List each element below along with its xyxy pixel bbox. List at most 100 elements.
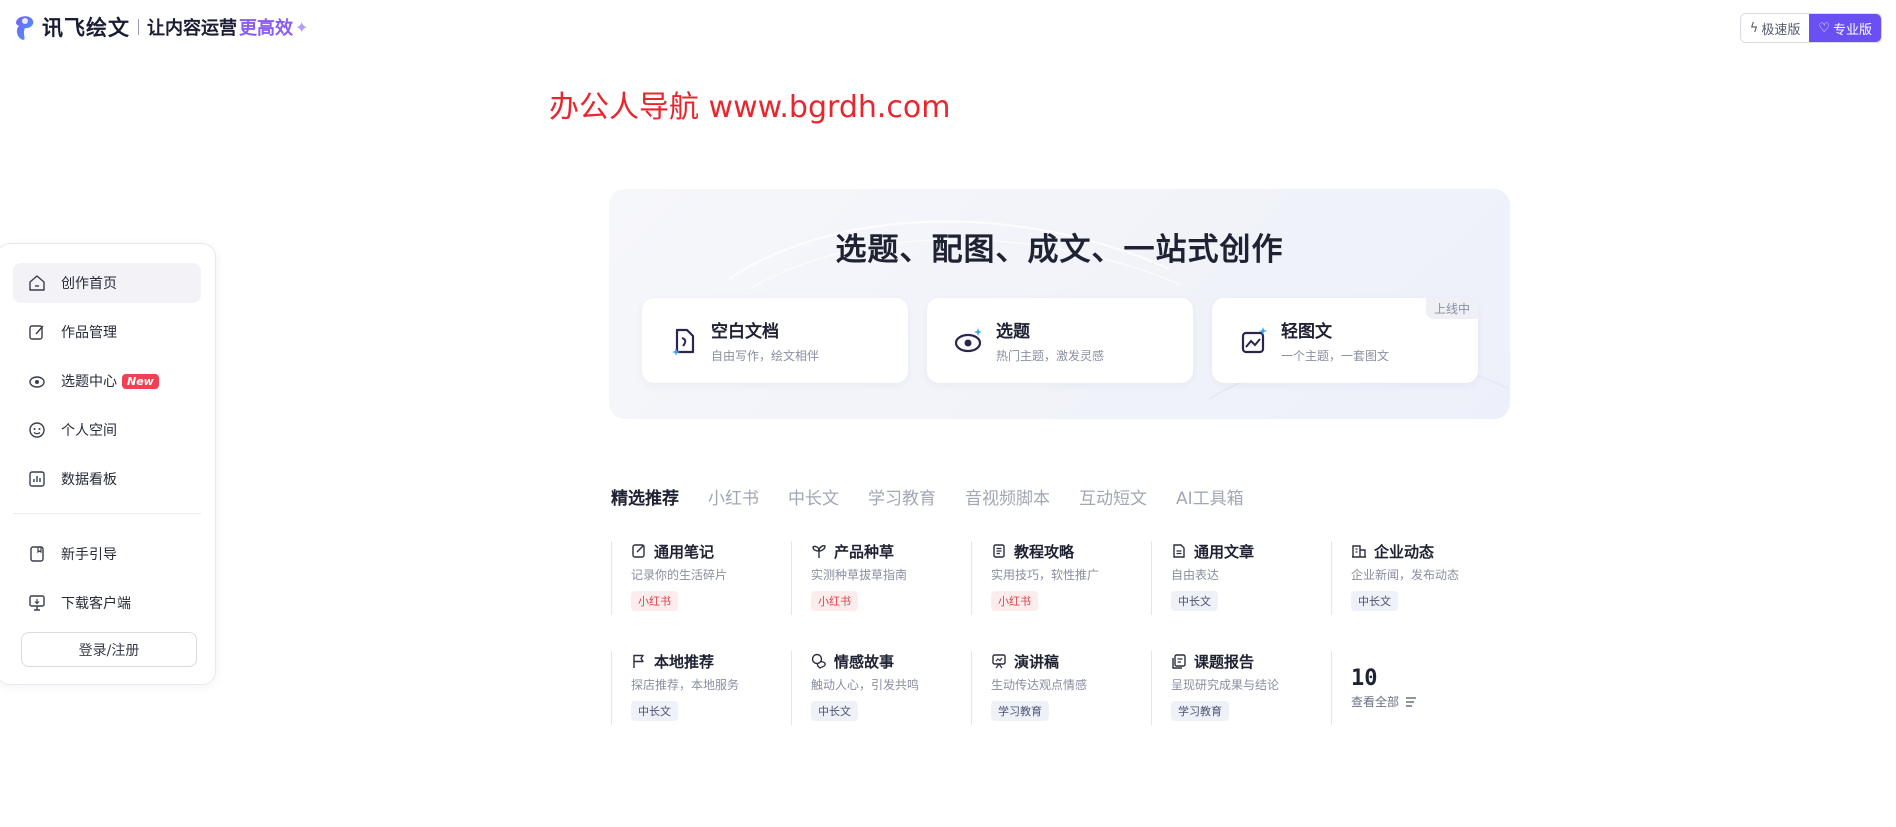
template-title: 企业动态 xyxy=(1374,542,1435,561)
sparkle-icon: ✦ xyxy=(295,17,309,37)
monitor-icon xyxy=(29,595,45,611)
template-tag: 中长文 xyxy=(631,701,678,721)
brand-logo[interactable]: 讯飞绘文 让内容运营 更高效 ✦ xyxy=(12,12,308,42)
article-icon xyxy=(1173,544,1185,558)
tab-xiaohongshu[interactable]: 小红书 xyxy=(708,484,759,509)
view-all-label: 查看全部 xyxy=(1351,695,1400,709)
report-icon xyxy=(1172,654,1186,669)
template-title: 课题报告 xyxy=(1194,652,1255,671)
sidebar-item-download[interactable]: 下载客户端 xyxy=(13,583,201,623)
tab-long-article[interactable]: 中长文 xyxy=(788,484,839,509)
diamond-icon: ♡ xyxy=(1818,20,1830,36)
face-icon xyxy=(29,422,45,438)
template-title: 通用笔记 xyxy=(654,542,715,561)
sidebar-divider xyxy=(13,513,201,514)
brand-name: 讯飞绘文 xyxy=(42,16,130,40)
card-subtitle: 自由写作，绘文相伴 xyxy=(711,349,820,363)
template-desc: 实用技巧，软性推广 xyxy=(991,568,1100,582)
watermark-text: 办公人导航 www.bgrdh.com xyxy=(549,90,951,125)
sidebar-item-dashboard[interactable]: 数据看板 xyxy=(13,459,201,499)
template-title: 情感故事 xyxy=(834,652,895,671)
tab-interactive-short[interactable]: 互动短文 xyxy=(1079,484,1147,509)
template-desc: 探店推荐，本地服务 xyxy=(631,678,740,692)
template-desc: 生动传达观点情感 xyxy=(991,678,1088,692)
sidebar-item-guide[interactable]: 新手引导 xyxy=(13,534,201,574)
pro-version-label: 专业版 xyxy=(1832,22,1872,38)
sidebar-item-label: 下载客户端 xyxy=(61,596,131,612)
home-icon xyxy=(29,275,45,291)
pro-version-button[interactable]: ♡ 专业版 xyxy=(1809,14,1881,42)
brand-logo-icon xyxy=(16,16,34,40)
template-card[interactable]: 课题报告 呈现研究成果与结论 学习教育 xyxy=(1151,651,1331,725)
blank-document-card[interactable]: 空白文档 自由写作，绘文相伴 xyxy=(642,298,908,383)
sidebar-item-home[interactable]: 创作首页 xyxy=(13,263,201,303)
template-tag: 学习教育 xyxy=(1171,701,1229,721)
topic-card[interactable]: 选题 热门主题，激发灵感 xyxy=(927,298,1193,383)
template-card[interactable]: 情感故事 触动人心，引发共鸣 中长文 xyxy=(791,651,971,725)
card-subtitle: 一个主题，一套图文 xyxy=(1281,349,1390,363)
template-card[interactable]: 产品种草 实测种草拔草指南 小红书 xyxy=(791,541,971,615)
template-title: 教程攻略 xyxy=(1014,542,1075,561)
template-tag: 学习教育 xyxy=(991,701,1049,721)
sprout-icon xyxy=(812,545,826,558)
template-title: 本地推荐 xyxy=(654,652,715,671)
category-tabs: 精选推荐 小红书 中长文 学习教育 音视频脚本 互动短文 AI工具箱 xyxy=(611,484,1244,509)
template-title: 通用文章 xyxy=(1194,542,1255,561)
hero-title: 选题、配图、成文、一站式创作 xyxy=(835,232,1284,268)
template-card[interactable]: 通用笔记 记录你的生活碎片 小红书 xyxy=(611,541,791,615)
new-badge: New xyxy=(122,373,159,389)
sidebar-item-personal[interactable]: 个人空间 xyxy=(13,410,201,450)
fast-version-label: 极速版 xyxy=(1761,22,1801,38)
sidebar: 创作首页 作品管理 选题中心 New 个人空间 数据看板 新手引导 下载客户端 … xyxy=(0,243,216,685)
sidebar-item-label: 个人空间 xyxy=(61,423,117,439)
template-tag: 小红书 xyxy=(631,591,678,611)
template-desc: 记录你的生活碎片 xyxy=(631,568,728,582)
sidebar-item-label: 选题中心 xyxy=(61,374,117,390)
sidebar-item-label: 创作首页 xyxy=(61,276,117,292)
image-text-icon xyxy=(1241,326,1267,353)
presentation-icon xyxy=(992,654,1006,669)
blank-doc-icon xyxy=(672,328,695,356)
status-badge: 上线中 xyxy=(1425,298,1478,319)
list-icon xyxy=(1406,696,1417,707)
template-card[interactable]: 企业动态 企业新闻，发布动态 中长文 xyxy=(1331,541,1511,615)
template-card[interactable]: 本地推荐 探店推荐，本地服务 中长文 xyxy=(611,651,791,725)
edit-icon xyxy=(29,325,44,340)
lightning-icon: ϟ xyxy=(1749,20,1759,36)
brand-separator xyxy=(138,19,139,35)
sidebar-item-topics[interactable]: 选题中心 New xyxy=(13,361,201,401)
eye-icon xyxy=(29,376,45,388)
building-icon xyxy=(1352,545,1366,558)
template-card[interactable]: 通用文章 自由表达 中长文 xyxy=(1151,541,1331,615)
template-tag: 小红书 xyxy=(811,591,858,611)
sidebar-item-works[interactable]: 作品管理 xyxy=(13,312,201,352)
heart-chat-icon xyxy=(811,653,826,669)
template-card[interactable]: 教程攻略 实用技巧，软性推广 小红书 xyxy=(971,541,1151,615)
tab-av-script[interactable]: 音视频脚本 xyxy=(965,484,1050,509)
template-row: 本地推荐 探店推荐，本地服务 中长文 情感故事 触动人心，引发共鸣 中长文 演讲… xyxy=(611,651,1511,725)
template-desc: 实测种草拔草指南 xyxy=(811,568,908,582)
card-title: 选题 xyxy=(996,322,1030,342)
hero-panel: 选题、配图、成文、一站式创作 空白文档 自由写作，绘文相伴 选题 热门主题，激发… xyxy=(609,189,1510,419)
sidebar-item-label: 作品管理 xyxy=(61,325,117,341)
template-desc: 自由表达 xyxy=(1171,568,1220,582)
image-text-card[interactable]: 轻图文 一个主题，一套图文 上线中 xyxy=(1212,298,1478,383)
version-switch: ϟ 极速版 ♡ 专业版 xyxy=(1739,13,1882,43)
template-card[interactable]: 演讲稿 生动传达观点情感 学习教育 xyxy=(971,651,1151,725)
template-desc: 企业新闻，发布动态 xyxy=(1351,568,1460,582)
tab-education[interactable]: 学习教育 xyxy=(868,484,936,509)
flag-icon xyxy=(633,654,644,668)
template-tag: 中长文 xyxy=(1351,591,1398,611)
fast-version-button[interactable]: ϟ 极速版 xyxy=(1740,14,1810,42)
tab-featured[interactable]: 精选推荐 xyxy=(611,484,679,509)
template-count: 10 xyxy=(1351,666,1378,691)
template-desc: 呈现研究成果与结论 xyxy=(1171,678,1280,692)
card-title: 轻图文 xyxy=(1281,322,1332,342)
view-all-button[interactable]: 10 查看全部 xyxy=(1331,651,1511,725)
login-register-button[interactable]: 登录/注册 xyxy=(21,632,197,667)
template-title: 产品种草 xyxy=(834,542,895,561)
topic-eye-icon xyxy=(954,327,982,352)
guide-icon xyxy=(993,544,1005,558)
tab-ai-toolbox[interactable]: AI工具箱 xyxy=(1176,484,1244,509)
sidebar-item-label: 新手引导 xyxy=(61,547,117,563)
